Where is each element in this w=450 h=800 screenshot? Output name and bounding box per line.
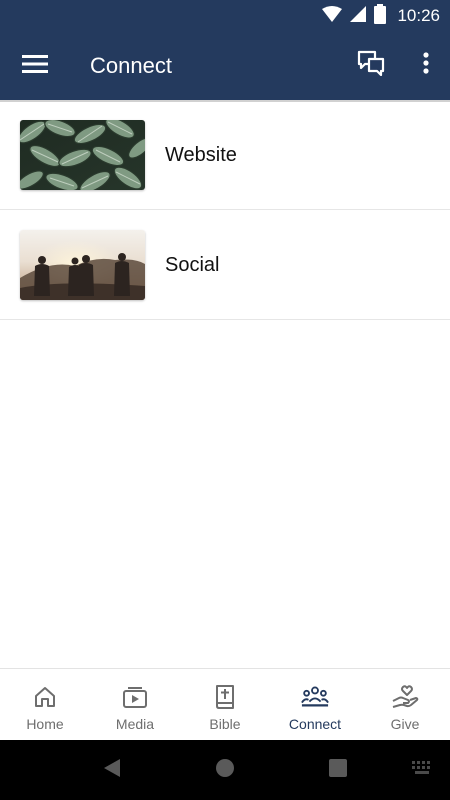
- connect-list: Website Social: [0, 100, 450, 320]
- battery-icon: [374, 3, 386, 29]
- status-icons: [322, 3, 386, 29]
- home-circle-icon: [215, 758, 235, 783]
- tab-label: Connect: [288, 716, 342, 732]
- status-bar: 10:26: [0, 0, 450, 32]
- back-button[interactable]: [100, 758, 124, 782]
- menu-button[interactable]: [18, 50, 52, 82]
- tab-give[interactable]: Give: [360, 669, 450, 741]
- list-item-social[interactable]: Social: [0, 210, 450, 320]
- home-icon: [31, 683, 59, 711]
- more-options-button[interactable]: [414, 48, 438, 82]
- leaves-thumbnail: [20, 120, 145, 190]
- page-title: Connect: [90, 53, 172, 78]
- cell-signal-icon: [350, 5, 366, 27]
- home-system-button[interactable]: [213, 758, 237, 782]
- chat-button[interactable]: [354, 48, 388, 82]
- app-bar: Connect: [0, 32, 450, 100]
- people-thumbnail: [20, 230, 145, 300]
- list-item-label: Website: [165, 144, 237, 166]
- tab-label: Give: [390, 716, 420, 732]
- more-vert-icon: [423, 51, 429, 79]
- tab-label: Home: [26, 716, 64, 732]
- give-icon: [391, 683, 419, 711]
- header: 10:26 Connect: [0, 0, 450, 100]
- status-time: 10:26: [397, 6, 440, 25]
- tab-media[interactable]: Media: [90, 669, 180, 741]
- bottom-nav: Home Media Bible Connect Give: [0, 668, 450, 740]
- chat-icon: [357, 50, 385, 81]
- back-triangle-icon: [103, 758, 121, 783]
- tab-home[interactable]: Home: [0, 669, 90, 741]
- list-item-label: Social: [165, 254, 220, 276]
- keyboard-icon: [412, 760, 434, 780]
- system-navigation-bar: [0, 740, 450, 800]
- connect-screen: 10:26 Connect Website Social Home Media …: [0, 0, 450, 800]
- keyboard-button[interactable]: [410, 758, 436, 782]
- connect-icon: [301, 683, 329, 711]
- list-item-website[interactable]: Website: [0, 100, 450, 210]
- wifi-icon: [322, 5, 342, 27]
- bible-icon: [211, 683, 239, 711]
- media-icon: [121, 683, 149, 711]
- recents-button[interactable]: [326, 758, 350, 782]
- tab-label: Media: [115, 716, 155, 732]
- tab-label: Bible: [209, 716, 241, 732]
- tab-connect[interactable]: Connect: [270, 669, 360, 741]
- recents-square-icon: [329, 758, 347, 782]
- menu-icon: [22, 54, 48, 79]
- tab-bible[interactable]: Bible: [180, 669, 270, 741]
